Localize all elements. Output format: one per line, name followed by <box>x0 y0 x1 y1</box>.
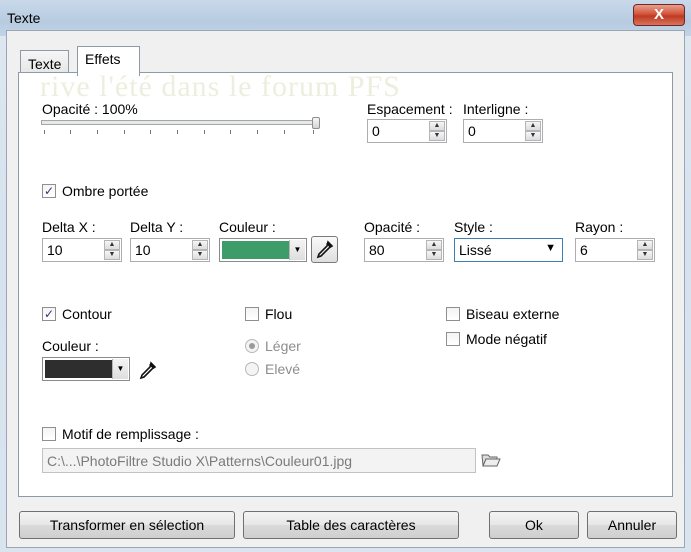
arrow-up-icon[interactable]: ▲ <box>192 240 208 250</box>
delta-y-stepper[interactable]: 10 ▲ ▼ <box>130 238 210 262</box>
outline-color-picker[interactable]: ▼ <box>42 357 130 381</box>
opacity-slider-thumb[interactable] <box>312 117 320 129</box>
character-table-button[interactable]: Table des caractères <box>243 511 459 539</box>
shadow-color-swatch <box>222 241 290 259</box>
shadow-color-label: Couleur : <box>219 219 276 235</box>
blur-high-label: Elevé <box>265 361 301 377</box>
arrow-down-icon[interactable]: ▼ <box>429 131 445 141</box>
arrow-up-icon[interactable]: ▲ <box>104 240 120 250</box>
line-spacing-label: Interligne : <box>463 101 529 117</box>
cancel-button[interactable]: Annuler <box>587 511 677 539</box>
arrow-down-icon[interactable]: ▼ <box>426 250 442 260</box>
arrow-up-icon[interactable]: ▲ <box>426 240 442 250</box>
arrow-up-icon[interactable]: ▲ <box>429 121 445 131</box>
close-icon: X <box>653 6 664 23</box>
chevron-down-icon[interactable]: ▼ <box>112 359 128 379</box>
pattern-checkbox[interactable] <box>42 427 56 441</box>
spacing-stepper[interactable]: 0 ▲ ▼ <box>367 119 447 143</box>
eyedropper-icon[interactable] <box>138 360 158 380</box>
outline-color-label: Couleur : <box>42 338 99 354</box>
blur-light-label: Léger <box>265 338 301 354</box>
bevel-label: Biseau externe <box>466 306 560 322</box>
shadow-style-select[interactable]: Lissé ▼ <box>454 238 563 262</box>
shadow-opacity-label: Opacité : <box>364 219 421 235</box>
shadow-style-label: Style : <box>454 219 493 235</box>
arrow-down-icon[interactable]: ▼ <box>104 250 120 260</box>
separator <box>42 161 653 162</box>
chevron-down-icon[interactable]: ▼ <box>289 240 305 260</box>
delta-x-stepper[interactable]: 10 ▲ ▼ <box>42 238 122 262</box>
outline-label: Contour <box>62 306 112 322</box>
check-icon: ✓ <box>43 184 55 198</box>
negative-mode-checkbox[interactable] <box>446 332 460 346</box>
bevel-checkbox[interactable] <box>446 307 460 321</box>
opacity-slider[interactable] <box>41 120 319 125</box>
shadow-eyedropper-button[interactable] <box>311 236 338 263</box>
delta-x-label: Delta X : <box>42 219 96 235</box>
blur-light-radio[interactable] <box>245 339 259 353</box>
line-spacing-stepper[interactable]: 0 ▲ ▼ <box>463 119 543 143</box>
eyedropper-icon <box>316 240 334 259</box>
separator <box>42 403 653 404</box>
separator <box>42 283 653 284</box>
blur-high-radio[interactable] <box>245 362 259 376</box>
transform-to-selection-button[interactable]: Transformer en sélection <box>19 511 235 539</box>
window-title: Texte <box>7 10 41 26</box>
outline-checkbox[interactable]: ✓ <box>42 307 56 321</box>
spacing-label: Espacement : <box>367 101 453 117</box>
delta-y-label: Delta Y : <box>130 219 184 235</box>
shadow-opacity-stepper[interactable]: 80 ▲ ▼ <box>364 238 444 262</box>
folder-open-icon[interactable] <box>481 451 501 469</box>
negative-mode-label: Mode négatif <box>466 331 547 347</box>
background-watermark: rive l'été dans le forum PFS <box>40 70 401 103</box>
close-button[interactable]: X <box>633 4 685 26</box>
arrow-up-icon[interactable]: ▲ <box>637 240 653 250</box>
arrow-up-icon[interactable]: ▲ <box>525 121 541 131</box>
check-icon: ✓ <box>43 307 55 321</box>
blur-checkbox[interactable] <box>245 307 259 321</box>
arrow-down-icon[interactable]: ▼ <box>192 250 208 260</box>
shadow-color-picker[interactable]: ▼ <box>219 238 307 262</box>
shadow-checkbox[interactable]: ✓ <box>42 184 56 198</box>
pattern-path-field[interactable]: C:\...\PhotoFiltre Studio X\Patterns\Cou… <box>42 448 476 473</box>
shadow-radius-label: Rayon : <box>575 219 624 235</box>
chevron-down-icon[interactable]: ▼ <box>545 242 556 254</box>
shadow-radius-stepper[interactable]: 6 ▲ ▼ <box>575 238 655 262</box>
opacity-label: Opacité : 100% <box>42 101 138 117</box>
ok-button[interactable]: Ok <box>489 511 579 539</box>
pattern-label: Motif de remplissage : <box>62 426 199 442</box>
arrow-down-icon[interactable]: ▼ <box>637 250 653 260</box>
outline-color-swatch <box>45 360 113 378</box>
shadow-label: Ombre portée <box>62 183 149 199</box>
blur-label: Flou <box>265 306 293 322</box>
arrow-down-icon[interactable]: ▼ <box>525 131 541 141</box>
